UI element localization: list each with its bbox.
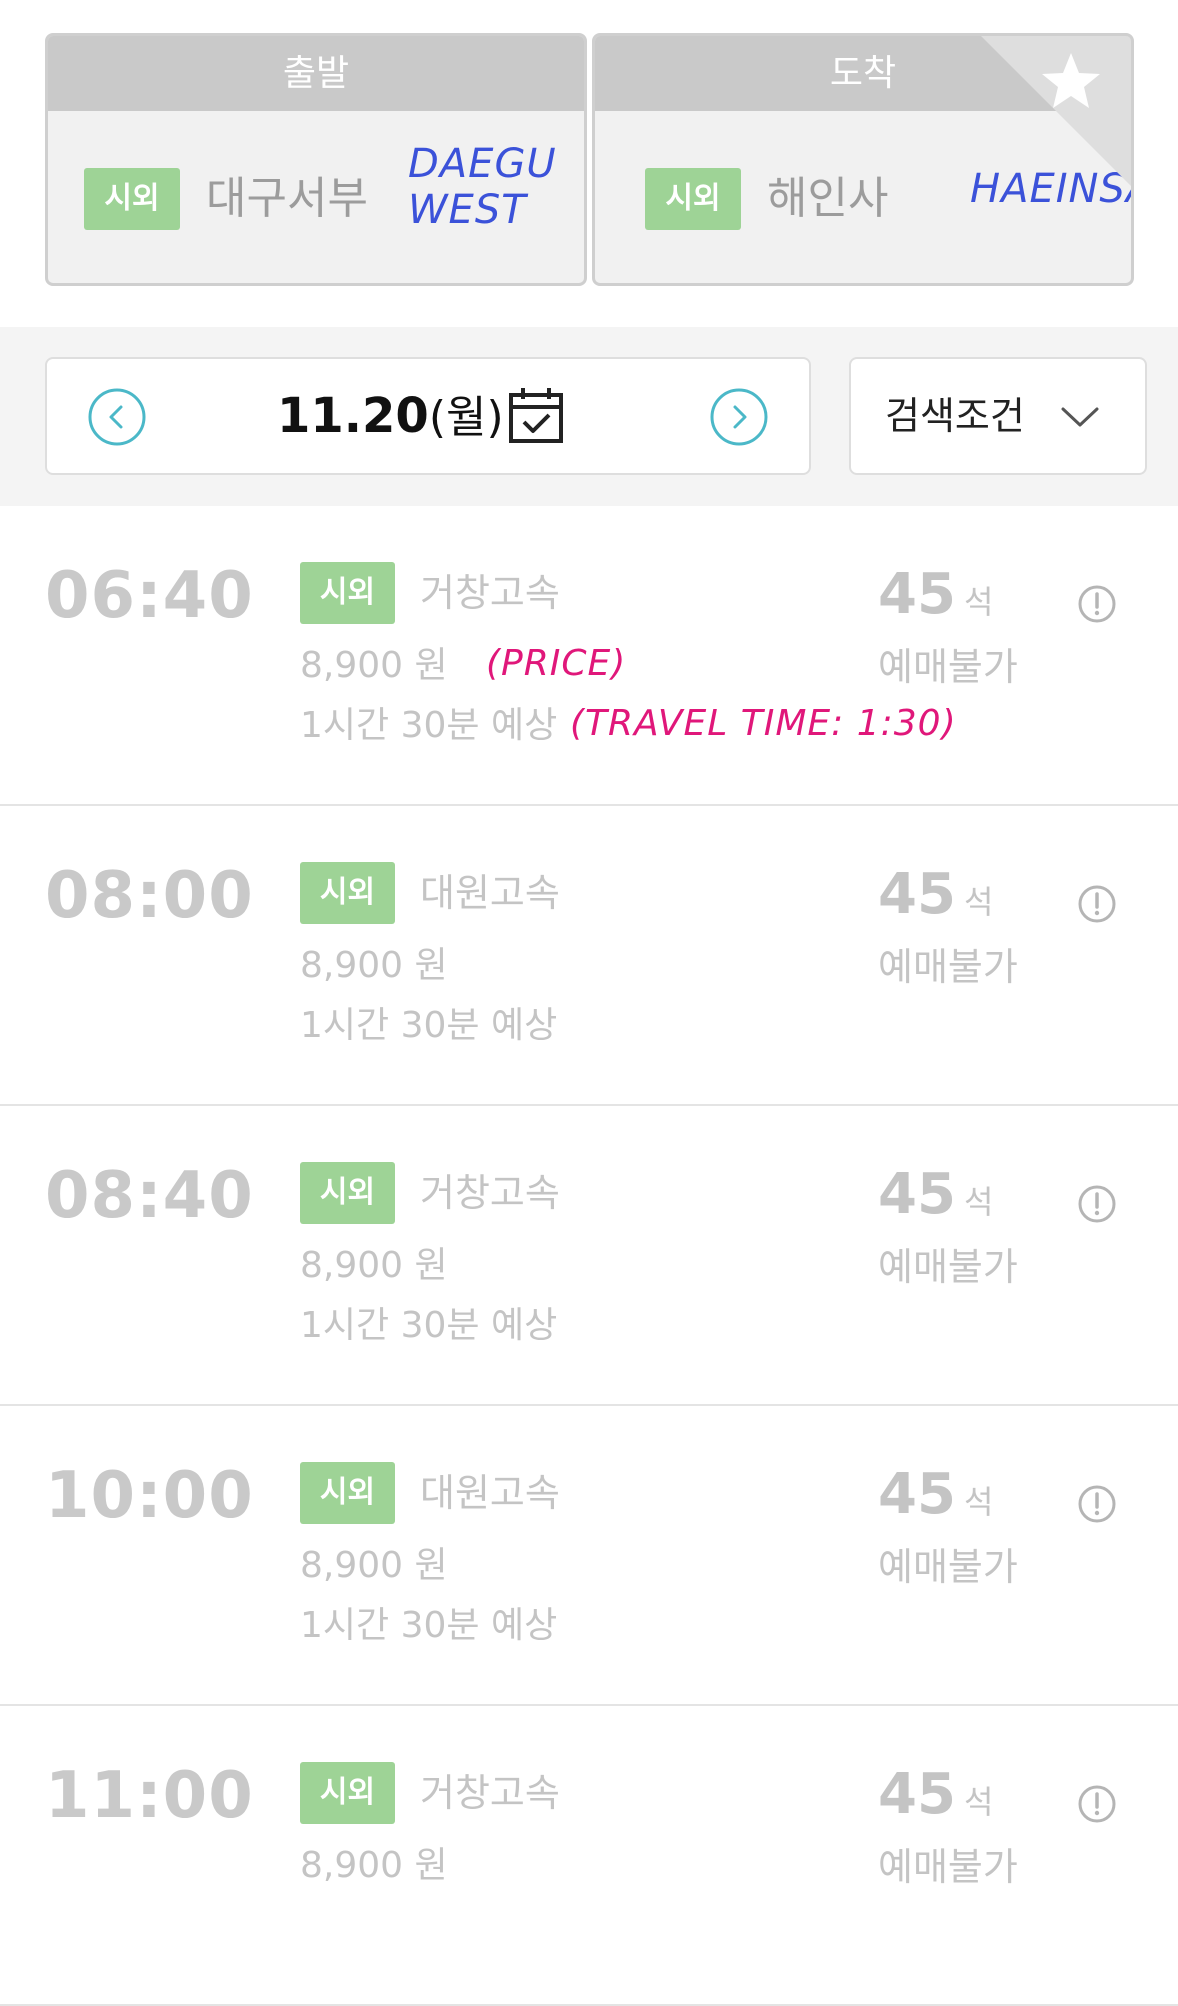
schedule-row[interactable]: 06:40 시외 거창고속 8,900 원 1시간 30분 예상 (PRICE)…	[0, 506, 1178, 806]
prev-date-button[interactable]	[87, 387, 147, 447]
arrival-station[interactable]: 해인사	[767, 168, 888, 230]
calendar-check-icon	[509, 388, 563, 443]
bus-company: 대원고속	[420, 1471, 560, 1515]
departure-time: 11:00	[45, 1759, 254, 1833]
seat-unit: 석	[963, 583, 994, 621]
favorite-button[interactable]	[981, 36, 1131, 186]
seat-count: 45 석	[878, 1460, 993, 1543]
departure-time: 10:00	[45, 1459, 254, 1533]
departure-card[interactable]: 출발 시외 대구서부 DAEGU WEST	[45, 33, 587, 286]
seat-number: 45	[878, 562, 956, 627]
travel-duration: 1시간 30분 예상	[300, 705, 558, 746]
seat-count: 45 석	[878, 560, 993, 643]
route-type-badge: 시외	[300, 1162, 395, 1224]
seat-count: 45 석	[878, 1760, 993, 1843]
chevron-down-icon	[1061, 407, 1099, 427]
star-icon	[981, 36, 1131, 186]
seat-unit: 석	[963, 883, 994, 921]
search-filter-label: 검색조건	[885, 394, 1025, 438]
seat-unit: 석	[963, 1483, 994, 1521]
travel-duration: 1시간 30분 예상	[300, 1005, 558, 1046]
schedule-list: 06:40 시외 거창고속 8,900 원 1시간 30분 예상 (PRICE)…	[0, 506, 1178, 2006]
schedule-row[interactable]: 11:00 시외 거창고속 8,900 원 45 석 예매불가	[0, 1706, 1178, 2006]
seat-number: 45	[878, 862, 956, 927]
date-selector: 11.20(월)	[45, 357, 811, 475]
bus-company: 거창고속	[420, 571, 560, 615]
fare: 8,900 원	[300, 1845, 448, 1886]
departure-time: 08:40	[45, 1159, 254, 1233]
departure-annotation-line1: DAEGU	[408, 141, 557, 187]
bus-company: 거창고속	[420, 1771, 560, 1815]
departure-time: 06:40	[45, 559, 254, 633]
arrival-card[interactable]: 도착 시외 해인사 HAEINSA	[592, 33, 1134, 286]
schedule-row[interactable]: 08:40 시외 거창고속 8,900 원 1시간 30분 예상 45 석 예매불…	[0, 1106, 1178, 1406]
chevron-left-circle-icon	[88, 388, 146, 446]
info-icon[interactable]	[1077, 1484, 1117, 1524]
departure-annotation: DAEGU WEST	[408, 141, 557, 233]
departure-annotation-line2: WEST	[408, 187, 527, 233]
bus-company: 대원고속	[420, 871, 560, 915]
selected-date[interactable]: 11.20(월)	[277, 359, 504, 473]
booking-status: 예매불가	[878, 1545, 1018, 1589]
date-value: 11.20	[277, 388, 429, 444]
route-type-badge: 시외	[300, 862, 395, 924]
arrival-type-badge: 시외	[645, 168, 741, 230]
seat-number: 45	[878, 1762, 956, 1827]
departure-type-badge: 시외	[84, 168, 180, 230]
search-filter-button[interactable]: 검색조건	[849, 357, 1147, 475]
departure-body: 시외 대구서부 DAEGU WEST	[48, 111, 584, 283]
next-date-button[interactable]	[709, 387, 769, 447]
fare: 8,900 원	[300, 945, 448, 986]
calendar-button[interactable]	[506, 385, 566, 447]
departure-station[interactable]: 대구서부	[206, 168, 368, 230]
travel-duration: 1시간 30분 예상	[300, 1305, 558, 1346]
route-type-badge: 시외	[300, 1462, 395, 1524]
booking-status: 예매불가	[878, 645, 1018, 689]
booking-status: 예매불가	[878, 1245, 1018, 1289]
fare: 8,900 원	[300, 1245, 448, 1286]
seat-count: 45 석	[878, 860, 993, 943]
fare: 8,900 원	[300, 1545, 448, 1586]
booking-status: 예매불가	[878, 1845, 1018, 1889]
weekday-value: (월)	[428, 392, 504, 443]
schedule-row[interactable]: 10:00 시외 대원고속 8,900 원 1시간 30분 예상 45 석 예매불…	[0, 1406, 1178, 1706]
seat-count: 45 석	[878, 1160, 993, 1243]
booking-status: 예매불가	[878, 945, 1018, 989]
departure-header: 출발	[48, 36, 584, 111]
seat-unit: 석	[963, 1783, 994, 1821]
chevron-right-circle-icon	[710, 388, 768, 446]
bus-company: 거창고속	[420, 1171, 560, 1215]
route-type-badge: 시외	[300, 1762, 395, 1824]
info-icon[interactable]	[1077, 584, 1117, 624]
date-filter-bar: 11.20(월) 검색조건	[0, 327, 1178, 506]
seat-number: 45	[878, 1162, 956, 1227]
info-icon[interactable]	[1077, 1184, 1117, 1224]
schedule-row[interactable]: 08:00 시외 대원고속 8,900 원 1시간 30분 예상 45 석 예매불…	[0, 806, 1178, 1106]
info-icon[interactable]	[1077, 884, 1117, 924]
departure-time: 08:00	[45, 859, 254, 933]
travel-time-annotation: (TRAVEL TIME: 1:30)	[570, 703, 957, 744]
info-icon[interactable]	[1077, 1784, 1117, 1824]
travel-duration: 1시간 30분 예상	[300, 1605, 558, 1646]
route-selector: 출발 시외 대구서부 DAEGU WEST 도착 시외 해인사 HAEINSA	[45, 33, 1134, 288]
price-annotation: (PRICE)	[486, 643, 627, 684]
seat-number: 45	[878, 1462, 956, 1527]
fare: 8,900 원	[300, 645, 448, 686]
route-type-badge: 시외	[300, 562, 395, 624]
seat-unit: 석	[963, 1183, 994, 1221]
